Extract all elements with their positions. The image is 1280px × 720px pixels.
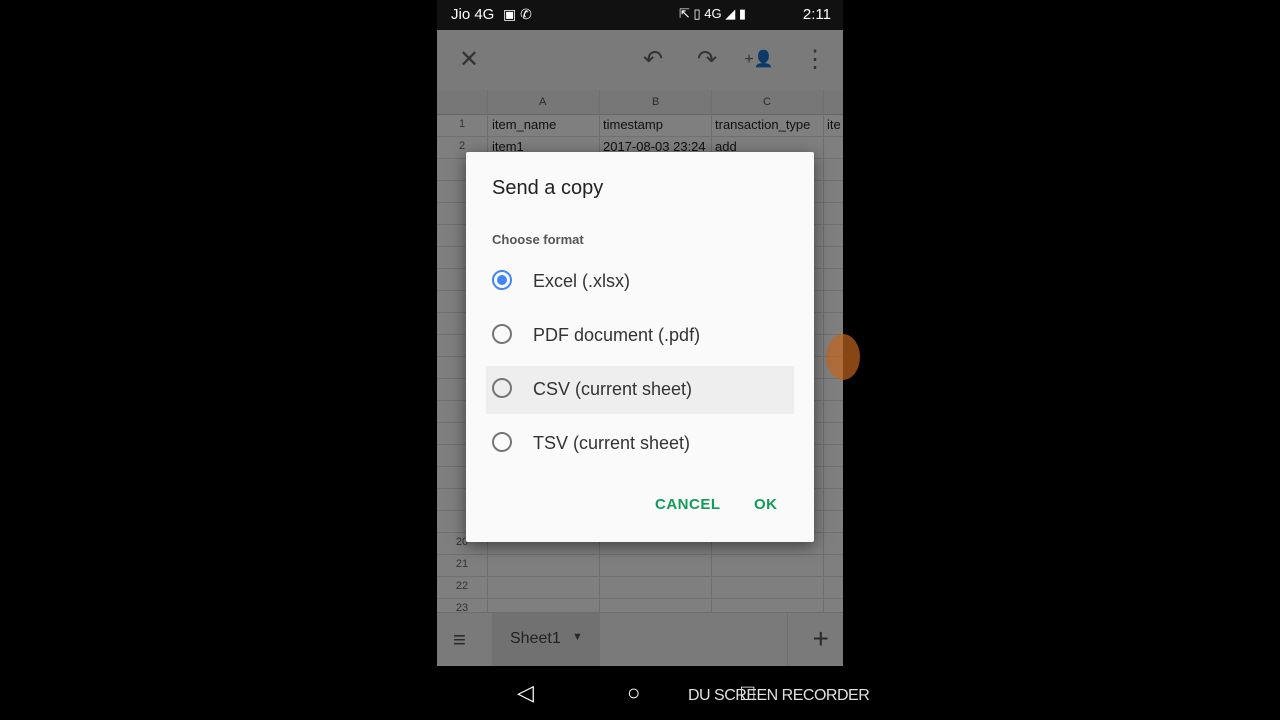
floating-action-button	[826, 334, 860, 380]
carrier-label: Jio 4G	[451, 6, 495, 23]
status-left-icons: ▣ ✆	[503, 6, 532, 22]
radio-button[interactable]	[492, 432, 512, 452]
status-bar: Jio 4G ▣ ✆ ⇱ ▯ 4G ◢ ▮ 2:11	[437, 0, 843, 30]
home-icon[interactable]: ○	[627, 680, 640, 706]
send-a-copy-dialog: Send a copy Choose format Excel (.xlsx) …	[466, 152, 814, 542]
format-option-tsv[interactable]: TSV (current sheet)	[486, 420, 794, 468]
format-option-excel[interactable]: Excel (.xlsx)	[486, 258, 794, 306]
status-right-icons: ⇱ ▯ 4G ◢ ▮	[679, 6, 746, 21]
cancel-button[interactable]: CANCEL	[655, 496, 721, 513]
clock: 2:11	[802, 6, 831, 23]
format-option-label: Excel (.xlsx)	[533, 271, 631, 291]
screen-recorder-watermark: DU SCREEN RECORDER	[688, 687, 870, 704]
radio-button[interactable]	[492, 378, 512, 398]
format-option-label: CSV (current sheet)	[533, 379, 693, 399]
format-option-label: PDF document (.pdf)	[533, 325, 701, 345]
format-option-csv[interactable]: CSV (current sheet)	[486, 366, 794, 414]
ok-button[interactable]: OK	[754, 496, 778, 513]
format-option-label: TSV (current sheet)	[533, 433, 691, 453]
dialog-title: Send a copy	[492, 177, 604, 199]
radio-button[interactable]	[492, 324, 512, 344]
radio-button-checked[interactable]	[492, 270, 512, 290]
format-option-pdf[interactable]: PDF document (.pdf)	[486, 312, 794, 360]
dialog-subtitle: Choose format	[492, 232, 584, 247]
back-icon[interactable]: ◁	[517, 680, 534, 706]
